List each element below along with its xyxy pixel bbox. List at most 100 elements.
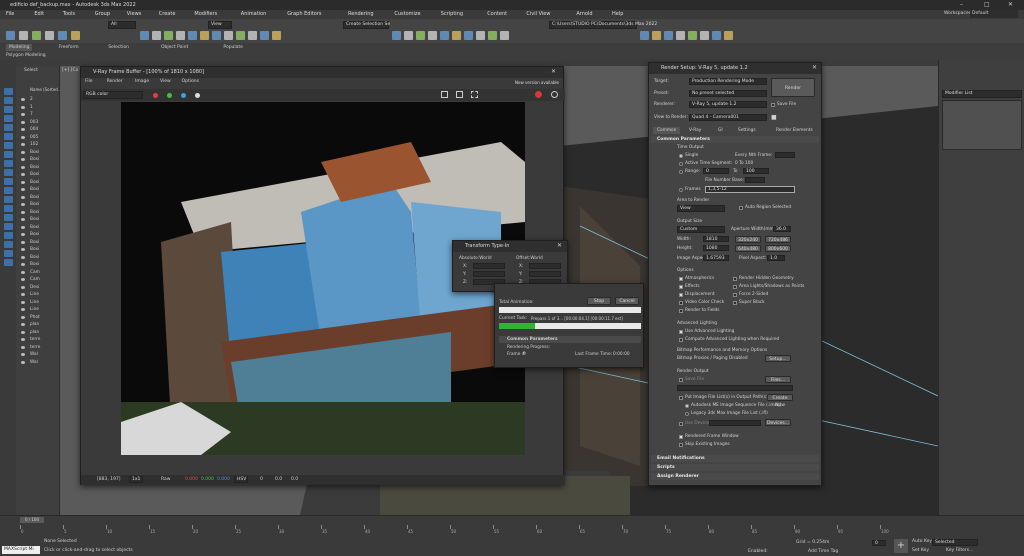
tool-icon[interactable]: [392, 31, 401, 40]
absolute-y-field[interactable]: [473, 271, 505, 277]
option-checkbox[interactable]: [679, 293, 683, 297]
renderer-dropdown[interactable]: V-Ray 5, update 1.2: [689, 101, 767, 108]
eye-icon[interactable]: [21, 345, 25, 349]
eye-icon[interactable]: [21, 285, 25, 289]
tool-strip-icon[interactable]: [4, 214, 13, 221]
scene-item[interactable]: Boxi: [16, 149, 59, 156]
eye-icon[interactable]: [21, 98, 25, 101]
tool-icon[interactable]: [224, 31, 233, 40]
setup-button[interactable]: Setup...: [765, 355, 791, 362]
width-field[interactable]: 1810: [703, 236, 729, 242]
offset-x-field[interactable]: [529, 263, 561, 269]
rollout-header[interactable]: Scripts: [651, 464, 819, 471]
eye-icon[interactable]: [21, 195, 25, 199]
tool-icon[interactable]: [188, 31, 197, 40]
device-field[interactable]: [709, 420, 761, 426]
scene-item[interactable]: 102: [16, 141, 59, 148]
tool-icon[interactable]: [712, 31, 721, 40]
minimize-icon[interactable]: –: [960, 1, 963, 8]
eye-icon[interactable]: [21, 293, 25, 296]
eye-icon[interactable]: [21, 158, 25, 161]
view-to-render-dropdown[interactable]: Quad 4 - Camera001: [689, 114, 767, 121]
eye-icon[interactable]: [21, 120, 25, 124]
eye-icon[interactable]: [21, 315, 25, 319]
scene-item[interactable]: Boxi: [16, 239, 59, 246]
mono-channel-icon[interactable]: [195, 93, 200, 98]
tool-icon[interactable]: [164, 31, 173, 40]
transform-close-icon[interactable]: ✕: [557, 242, 562, 249]
scene-item[interactable]: plan: [16, 329, 59, 336]
scene-item[interactable]: Phot: [16, 314, 59, 321]
autodesk-seq-radio[interactable]: [685, 404, 689, 408]
tool-strip-icon[interactable]: [4, 205, 13, 212]
menu-help[interactable]: Help: [612, 10, 623, 19]
tool-icon[interactable]: [212, 31, 221, 40]
option-checkbox[interactable]: [679, 301, 683, 305]
scene-item[interactable]: Boxi: [16, 156, 59, 163]
range-radio[interactable]: [679, 170, 683, 174]
height-field[interactable]: 1080: [703, 245, 729, 251]
eye-icon[interactable]: [21, 173, 25, 176]
menu-rendering[interactable]: Rendering: [348, 10, 374, 19]
menu-scripting[interactable]: Scripting: [441, 10, 463, 19]
eye-icon[interactable]: [21, 203, 25, 206]
tool-icon[interactable]: [272, 31, 281, 40]
scene-item[interactable]: 1: [16, 104, 59, 111]
menu-group[interactable]: Group: [95, 10, 110, 19]
eye-icon[interactable]: [21, 135, 25, 139]
aperture-field[interactable]: 36.0: [773, 226, 791, 232]
tool-strip-icon[interactable]: [4, 151, 13, 158]
option-checkbox[interactable]: [733, 293, 737, 297]
size-preset-button[interactable]: 720x486: [765, 236, 791, 243]
stop-render-icon[interactable]: [535, 91, 542, 98]
tool-strip-icon[interactable]: [4, 115, 13, 122]
vfb-title-bar[interactable]: V-Ray Frame Buffer - [100% of 1810 x 108…: [81, 67, 563, 78]
tool-icon[interactable]: [452, 31, 461, 40]
eye-icon[interactable]: [21, 218, 25, 221]
eye-icon[interactable]: [21, 188, 25, 191]
tool-icon[interactable]: [404, 31, 413, 40]
frames-field[interactable]: 1,3,5-12: [705, 186, 795, 193]
put-image-checkbox[interactable]: [679, 396, 683, 400]
eye-icon[interactable]: [21, 330, 25, 334]
tool-strip-icon[interactable]: [4, 106, 13, 113]
scene-item[interactable]: Desi: [16, 284, 59, 291]
tool-strip-icon[interactable]: [4, 124, 13, 131]
tool-icon[interactable]: [500, 31, 509, 40]
eye-icon[interactable]: [21, 165, 25, 169]
key-filters-button[interactable]: Key Filters...: [946, 548, 973, 553]
scene-item[interactable]: Boxi: [16, 246, 59, 253]
eye-icon[interactable]: [21, 225, 25, 229]
size-preset-button[interactable]: 320x240: [735, 236, 761, 243]
tool-strip-icon[interactable]: [4, 97, 13, 104]
scene-item[interactable]: 7: [16, 111, 59, 118]
menu-file[interactable]: File: [6, 10, 14, 19]
workspace-dropdown[interactable]: Default: [970, 10, 1018, 18]
eye-icon[interactable]: [21, 105, 25, 109]
tool-strip-icon[interactable]: [4, 250, 13, 257]
legacy-seq-radio[interactable]: [685, 412, 689, 416]
tool-icon[interactable]: [140, 31, 149, 40]
target-dropdown[interactable]: Production Rendering Mode: [689, 78, 767, 85]
scene-item[interactable]: Wal: [16, 359, 59, 366]
tool-icon[interactable]: [236, 31, 245, 40]
output-path-field[interactable]: [677, 385, 793, 391]
tool-icon[interactable]: [176, 31, 185, 40]
eye-icon[interactable]: [21, 128, 25, 131]
vfb-menu-render[interactable]: Render: [107, 79, 123, 84]
scene-item[interactable]: Boxi: [16, 224, 59, 231]
menu-graph-editors[interactable]: Graph Editors: [287, 10, 321, 19]
tool-icon[interactable]: [6, 31, 15, 40]
maximize-icon[interactable]: □: [984, 1, 990, 8]
vfb-sample-mode[interactable]: 1x1: [129, 476, 143, 483]
tool-icon[interactable]: [248, 31, 257, 40]
tool-icon[interactable]: [152, 31, 161, 40]
eye-icon[interactable]: [21, 150, 25, 154]
tool-strip-icon[interactable]: [4, 223, 13, 230]
image-aspect-field[interactable]: 1.67593: [703, 255, 729, 261]
tool-strip-icon[interactable]: [4, 187, 13, 194]
eye-icon[interactable]: [21, 113, 25, 116]
eye-icon[interactable]: [21, 308, 25, 311]
tool-icon[interactable]: [32, 31, 41, 40]
tool-icon[interactable]: [640, 31, 649, 40]
